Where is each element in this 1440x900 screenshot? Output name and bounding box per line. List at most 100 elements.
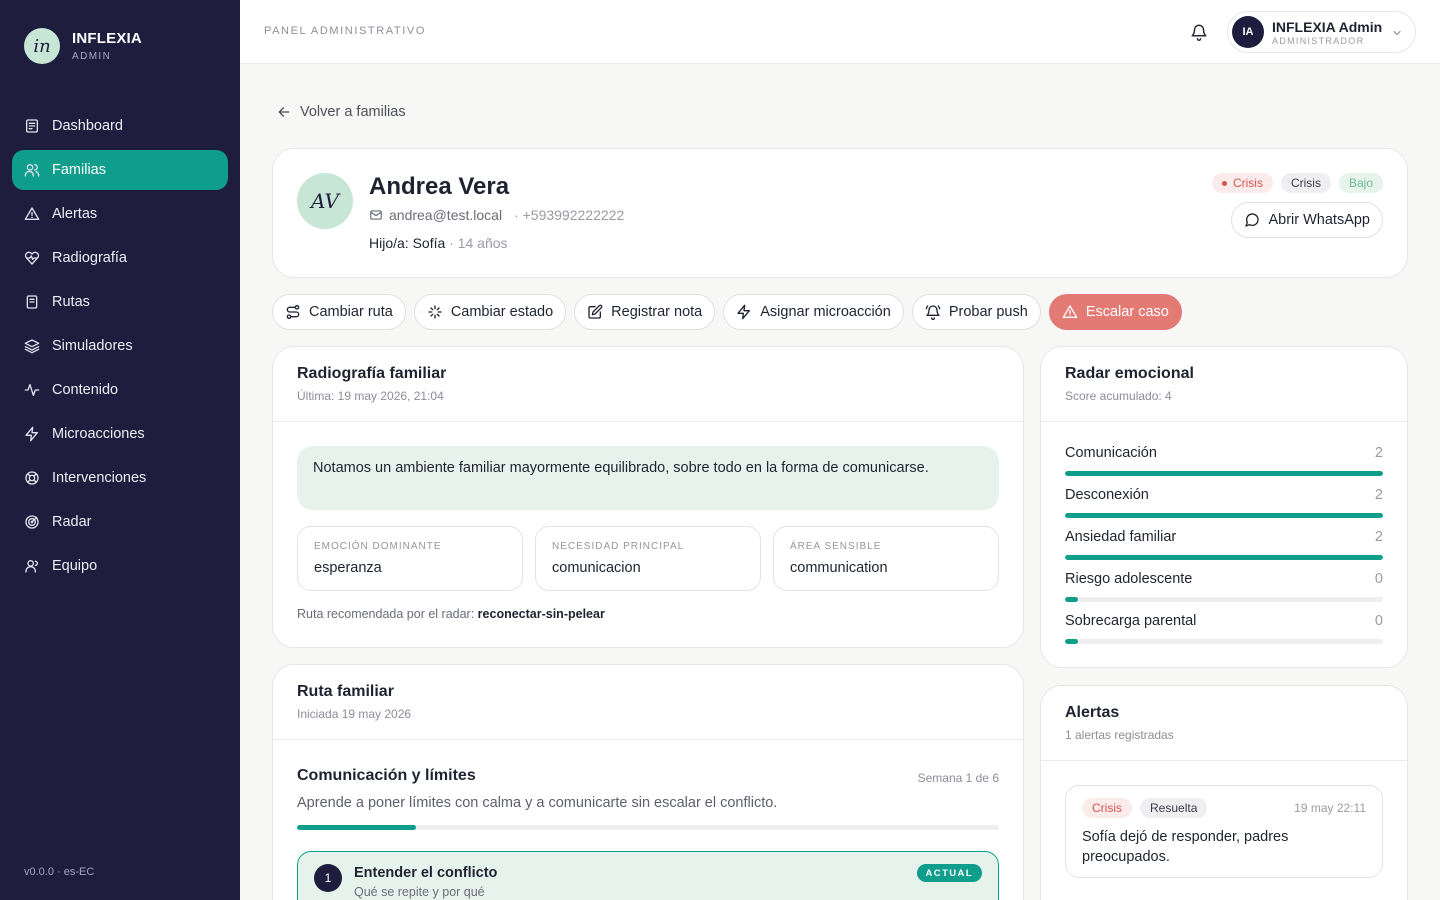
card-subtitle: Iniciada 19 may 2026 — [297, 707, 412, 721]
route-section: Comunicación y límites Semana 1 de 6 Apr… — [297, 767, 999, 830]
brand-name: INFLEXIA — [72, 30, 142, 47]
sidebar-item-dashboard[interactable]: Dashboard — [12, 106, 228, 146]
radar-row-fill — [1065, 555, 1383, 560]
sidebar-item-label: Intervenciones — [52, 470, 147, 486]
edit-note-icon — [588, 304, 603, 319]
sidebar-item-label: Familias — [52, 162, 106, 178]
card-title: Ruta familiar — [297, 683, 394, 700]
card-header: Ruta familiar Iniciada 19 may 2026 — [273, 665, 1023, 740]
back-to-families-link[interactable]: Volver a familias — [276, 104, 406, 120]
radar-row-fill — [1065, 471, 1383, 476]
sidebar-item-microacciones[interactable]: Microacciones — [12, 414, 228, 454]
alerts-card: Alertas 1 alertas registradas Crisis Res… — [1040, 685, 1408, 900]
sidebar-item-label: Microacciones — [52, 426, 145, 442]
radar-row-track — [1065, 639, 1383, 644]
status-dot-icon — [1221, 180, 1227, 186]
alert-severity-badge: Crisis — [1082, 798, 1132, 818]
sidebar-item-intervenciones[interactable]: Intervenciones — [12, 458, 228, 498]
family-name: Andrea Vera — [369, 173, 510, 200]
sidebar-item-label: Alertas — [52, 206, 98, 222]
alert-text: Sofía dejó de responder, padres preocupa… — [1082, 829, 1289, 865]
kpi-value: communication — [790, 560, 888, 576]
activity-icon — [24, 384, 40, 396]
sidebar-item-equipo[interactable]: Equipo — [12, 546, 228, 586]
message-circle-icon — [1245, 213, 1260, 227]
radiography-summary: Notamos un ambiente familiar mayormente … — [297, 446, 999, 510]
assign-microaction-button[interactable]: Asignar microacción — [723, 294, 904, 330]
step-subtitle: Qué se repite y por qué — [354, 885, 485, 899]
card-subtitle: 1 alertas registradas — [1065, 728, 1174, 742]
kpi-value: esperanza — [314, 560, 382, 576]
change-state-label: Cambiar estado — [450, 304, 554, 320]
user-group-icon — [25, 560, 38, 573]
card-title: Alertas — [1065, 704, 1120, 721]
radar-rows: Comunicación 2 Desconexión 2 Ansiedad fami… — [1065, 445, 1383, 655]
escalate-case-label: Escalar caso — [1085, 304, 1169, 320]
bell-icon[interactable] — [1190, 23, 1208, 41]
kpi-sensitive-area: ÁREA SENSIBLE communication — [773, 526, 999, 591]
sidebar-item-simuladores[interactable]: Simuladores — [12, 326, 228, 366]
sidebar-item-label: Dashboard — [52, 118, 123, 134]
card-header: Radar emocional Score acumulado: 4 — [1041, 347, 1407, 422]
sidebar-item-label: Radiografía — [52, 250, 127, 266]
sidebar-item-rutas[interactable]: Rutas — [12, 282, 228, 322]
family-route-card: Ruta familiar Iniciada 19 may 2026 Comun… — [272, 664, 1024, 900]
change-route-button[interactable]: Cambiar ruta — [272, 294, 406, 330]
test-push-button[interactable]: Probar push — [911, 294, 1041, 330]
sidebar-item-radiografia[interactable]: Radiografía — [12, 238, 228, 278]
sidebar-item-alertas[interactable]: Alertas — [12, 194, 228, 234]
radar-row: Desconexión 2 — [1065, 487, 1383, 529]
level-badge: Bajo — [1338, 173, 1383, 193]
assign-microaction-label: Asignar microacción — [760, 304, 891, 320]
zap-icon — [25, 426, 38, 442]
route-step-current[interactable]: 1 Entender el conflicto Qué se repite y … — [297, 851, 999, 900]
escalate-case-button[interactable]: Escalar caso — [1048, 294, 1182, 330]
open-whatsapp-button[interactable]: Abrir WhatsApp — [1231, 202, 1383, 238]
route-icon — [286, 305, 300, 319]
change-state-button[interactable]: Cambiar estado — [413, 294, 567, 330]
radar-row-value: 0 — [1374, 571, 1383, 587]
radar-row-value: 0 — [1374, 613, 1383, 629]
sidebar-nav: Dashboard Familias Alertas Radiografía R… — [12, 106, 228, 590]
radar-row-fill — [1065, 597, 1078, 602]
app-version: v0.0.0 · es-EC — [24, 866, 95, 878]
brand[interactable]: in INFLEXIA ADMIN — [24, 28, 142, 64]
child-age: · 14 años — [449, 235, 508, 251]
mail-icon — [370, 210, 382, 220]
recommended-route-label: Ruta recomendada por el radar: — [297, 607, 475, 621]
radar-row-label: Desconexión — [1065, 487, 1149, 503]
radar-row: Sobrecarga parental 0 — [1065, 613, 1383, 655]
child-prefix: Hijo/a: — [369, 235, 409, 251]
user-role: ADMINISTRADOR — [1272, 35, 1365, 46]
open-whatsapp-label: Abrir WhatsApp — [1268, 212, 1370, 228]
emotional-radar-card: Radar emocional Score acumulado: 4 Comun… — [1040, 346, 1408, 668]
heart-pulse-icon — [24, 251, 40, 265]
sidebar-item-familias[interactable]: Familias — [12, 150, 228, 190]
brand-logo: in — [24, 28, 60, 64]
page-section-title: PANEL ADMINISTRATIVO — [264, 25, 426, 37]
card-header: Alertas 1 alertas registradas — [1041, 686, 1407, 761]
radar-row-label: Sobrecarga parental — [1065, 613, 1197, 629]
sidebar-item-radar[interactable]: Radar — [12, 502, 228, 542]
route-section-title: Comunicación y límites — [297, 767, 476, 784]
recommended-route: Ruta recomendada por el radar: reconecta… — [297, 607, 605, 621]
alert-item[interactable]: Crisis Resuelta 19 may 22:11 Sofía dejó … — [1065, 785, 1383, 878]
test-push-label: Probar push — [948, 304, 1028, 320]
kpi-label: ÁREA SENSIBLE — [790, 541, 882, 552]
chevron-down-icon — [1393, 30, 1401, 36]
register-note-button[interactable]: Registrar nota — [574, 294, 716, 330]
radar-row: Comunicación 2 — [1065, 445, 1383, 487]
dashboard-icon — [26, 119, 38, 133]
sidebar-item-label: Equipo — [52, 558, 98, 574]
brand-sub: ADMIN — [72, 51, 112, 62]
users-icon — [24, 164, 40, 177]
radar-row: Ansiedad familiar 2 — [1065, 529, 1383, 571]
user-menu[interactable]: IA INFLEXIA Admin ADMINISTRADOR — [1227, 11, 1416, 53]
status-badge: Crisis — [1211, 173, 1273, 193]
kpi-dominant-emotion: EMOCIÓN DOMINANTE esperanza — [297, 526, 523, 591]
sidebar-item-label: Contenido — [52, 382, 119, 398]
step-current-tag: ACTUAL — [916, 864, 982, 882]
sparkles-icon — [428, 305, 442, 319]
sidebar-item-contenido[interactable]: Contenido — [12, 370, 228, 410]
child-name: Sofía — [412, 235, 446, 251]
